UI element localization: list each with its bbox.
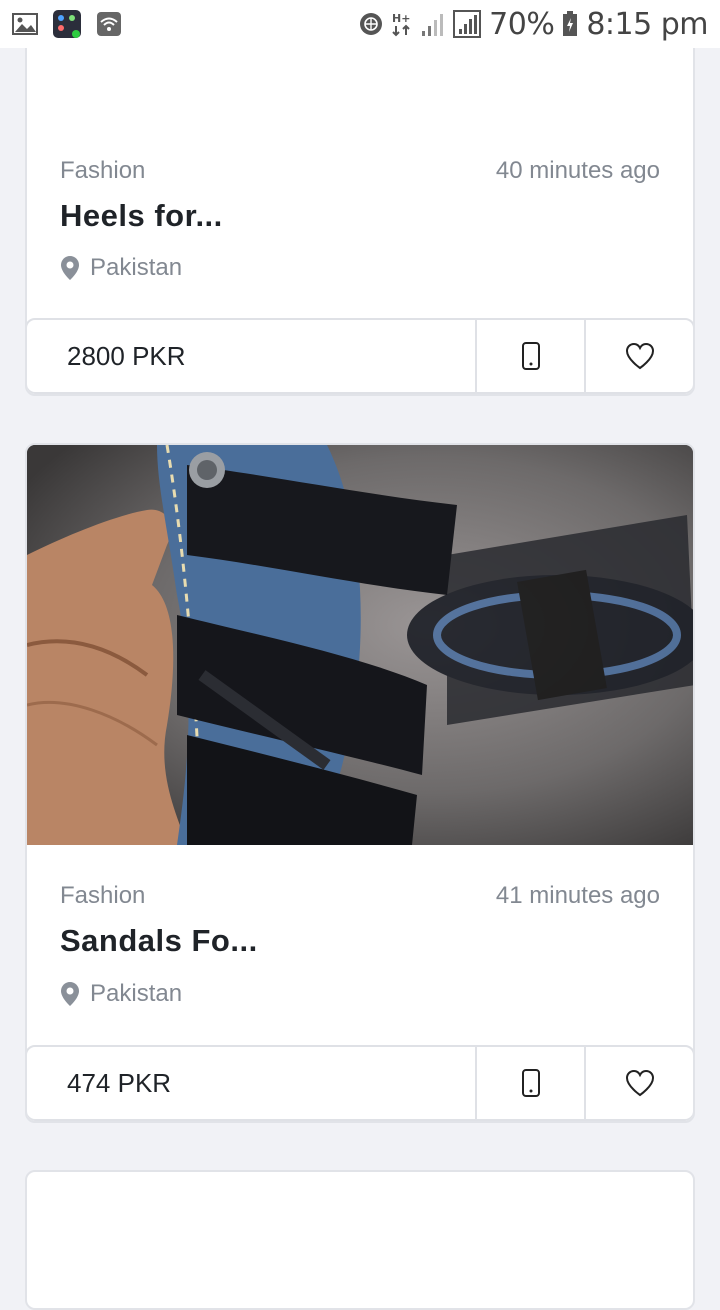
listing-title[interactable]: Sandals Fo... — [60, 923, 258, 959]
signal-icon — [421, 11, 445, 37]
network-h-plus-icon: H+ — [391, 11, 413, 37]
listing-card[interactable]: Fashion 40 minutes ago Heels for... Paki… — [25, 20, 695, 396]
listing-category: Fashion — [60, 882, 146, 909]
call-button[interactable] — [477, 320, 586, 392]
battery-percentage: 70% — [489, 6, 555, 42]
location-pin-icon — [60, 981, 80, 1007]
listing-card[interactable] — [25, 1170, 695, 1310]
battery-icon — [562, 11, 578, 37]
call-button[interactable] — [477, 1047, 586, 1119]
wifi-icon — [96, 11, 122, 37]
listing-title[interactable]: Heels for... — [60, 198, 223, 234]
location-text: Pakistan — [90, 254, 183, 281]
listing-action-bar: 2800 PKR — [27, 318, 693, 394]
status-bar-right: H+ 70% 8:15 pm — [359, 7, 708, 42]
phone-icon — [521, 341, 541, 371]
svg-text:H+: H+ — [392, 12, 410, 25]
status-bar: H+ 70% 8:15 pm — [0, 0, 720, 48]
phone-icon — [521, 1068, 541, 1098]
listing-meta: Fashion 40 minutes ago — [60, 156, 660, 186]
listing-time: 41 minutes ago — [495, 882, 660, 909]
listing-category: Fashion — [60, 157, 146, 184]
heart-icon — [625, 1069, 655, 1097]
listing-price: 474 PKR — [27, 1047, 477, 1119]
signal-icon — [453, 10, 482, 38]
listing-location: Pakistan — [60, 254, 182, 282]
listing-time: 40 minutes ago — [495, 157, 660, 184]
listing-image[interactable] — [27, 445, 693, 845]
location-pin-icon — [60, 255, 80, 281]
listing-meta: Fashion 41 minutes ago — [60, 881, 660, 911]
favorite-button[interactable] — [586, 1047, 693, 1119]
listing-price: 2800 PKR — [27, 320, 477, 392]
gallery-icon — [12, 13, 38, 35]
favorite-button[interactable] — [586, 320, 693, 392]
status-bar-left — [12, 9, 122, 39]
app-grid-icon — [52, 9, 82, 39]
clock: 8:15 pm — [586, 6, 708, 42]
listing-action-bar: 474 PKR — [27, 1045, 693, 1121]
vpn-globe-icon — [359, 12, 383, 36]
heart-icon — [625, 342, 655, 370]
location-text: Pakistan — [90, 980, 183, 1007]
listing-location: Pakistan — [60, 980, 182, 1008]
listing-card[interactable]: Fashion 41 minutes ago Sandals Fo... Pak… — [25, 443, 695, 1123]
